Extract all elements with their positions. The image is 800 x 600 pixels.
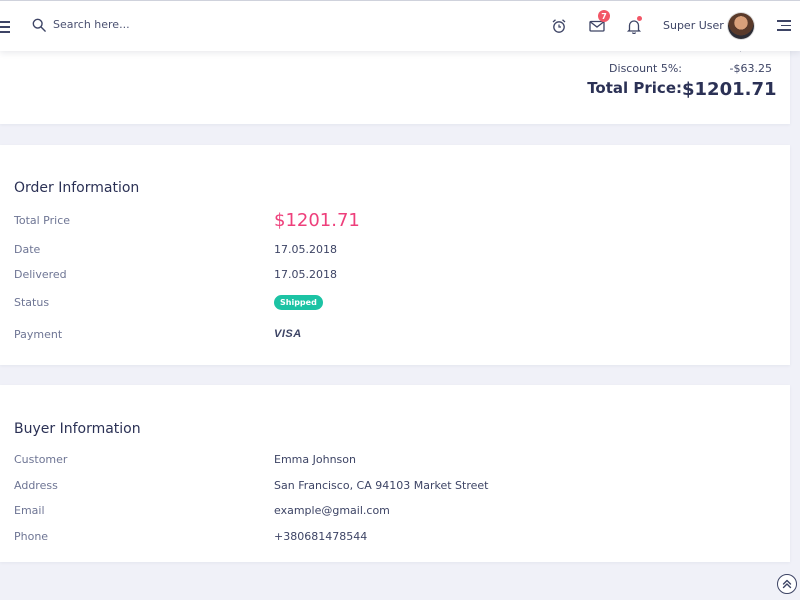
mail-count-badge: 7	[598, 10, 610, 22]
customer-value: Emma Johnson	[274, 452, 356, 466]
mail-icon[interactable]: 7	[589, 10, 610, 34]
discount-label: Discount 5%:	[609, 62, 682, 75]
order-row-delivered: Delivered 17.05.2018	[14, 264, 734, 284]
status-badge: Shipped	[274, 294, 323, 310]
scroll-to-top-button[interactable]	[777, 574, 797, 594]
row-label: Customer	[14, 452, 68, 466]
buyer-row-customer: Customer Emma Johnson	[14, 449, 734, 469]
discount-row: Discount 5%: -$63.25	[542, 62, 772, 75]
search-input[interactable]	[51, 17, 175, 32]
search-icon[interactable]	[32, 18, 46, 32]
date-value: 17.05.2018	[274, 242, 337, 256]
row-label: Email	[14, 503, 45, 517]
alarm-icon[interactable]	[551, 18, 567, 34]
row-label: Address	[14, 478, 58, 492]
total-row: Total Price: $1201.71	[542, 79, 777, 100]
menu-icon[interactable]	[0, 21, 10, 36]
order-row-status: Status Shipped	[14, 292, 734, 312]
buyer-info-title: Buyer Information	[14, 421, 141, 437]
order-information-card: Order Information Total Price $1201.71 D…	[0, 145, 790, 365]
buyer-row-phone: Phone +380681478544	[14, 526, 734, 546]
total-price-value: $1201.71	[274, 209, 360, 231]
row-label: Payment	[14, 327, 63, 341]
user-name[interactable]: Super User	[663, 19, 724, 32]
total-value: $1201.71	[682, 79, 777, 100]
row-label: Status	[14, 295, 50, 309]
order-row-payment: Payment VISA	[14, 324, 734, 344]
row-label: Delivered	[14, 267, 67, 281]
address-value: San Francisco, CA 94103 Market Street	[274, 478, 489, 492]
row-label: Phone	[14, 529, 49, 543]
email-value: example@gmail.com	[274, 503, 390, 517]
row-label: Total Price	[14, 213, 71, 227]
buyer-row-email: Email example@gmail.com	[14, 500, 734, 520]
menu-right-icon[interactable]	[777, 20, 791, 34]
total-label: Total Price:	[587, 79, 682, 97]
row-label: Date	[14, 242, 41, 256]
order-row-date: Date 17.05.2018	[14, 239, 734, 259]
order-row-total-price: Total Price $1201.71	[14, 209, 734, 231]
bell-icon[interactable]	[626, 16, 642, 35]
avatar[interactable]	[728, 13, 754, 39]
order-info-title: Order Information	[14, 180, 140, 196]
search-box	[32, 17, 175, 32]
top-bar: 7 Super User	[0, 0, 800, 51]
phone-value: +380681478544	[274, 529, 368, 543]
discount-value: -$63.25	[729, 62, 772, 75]
notification-dot	[637, 16, 642, 21]
buyer-information-card: Buyer Information Customer Emma Johnson …	[0, 385, 790, 562]
visa-logo: VISA	[274, 328, 302, 340]
double-chevron-up-icon	[782, 579, 792, 589]
delivered-value: 17.05.2018	[274, 267, 337, 281]
buyer-row-address: Address San Francisco, CA 94103 Market S…	[14, 475, 734, 495]
